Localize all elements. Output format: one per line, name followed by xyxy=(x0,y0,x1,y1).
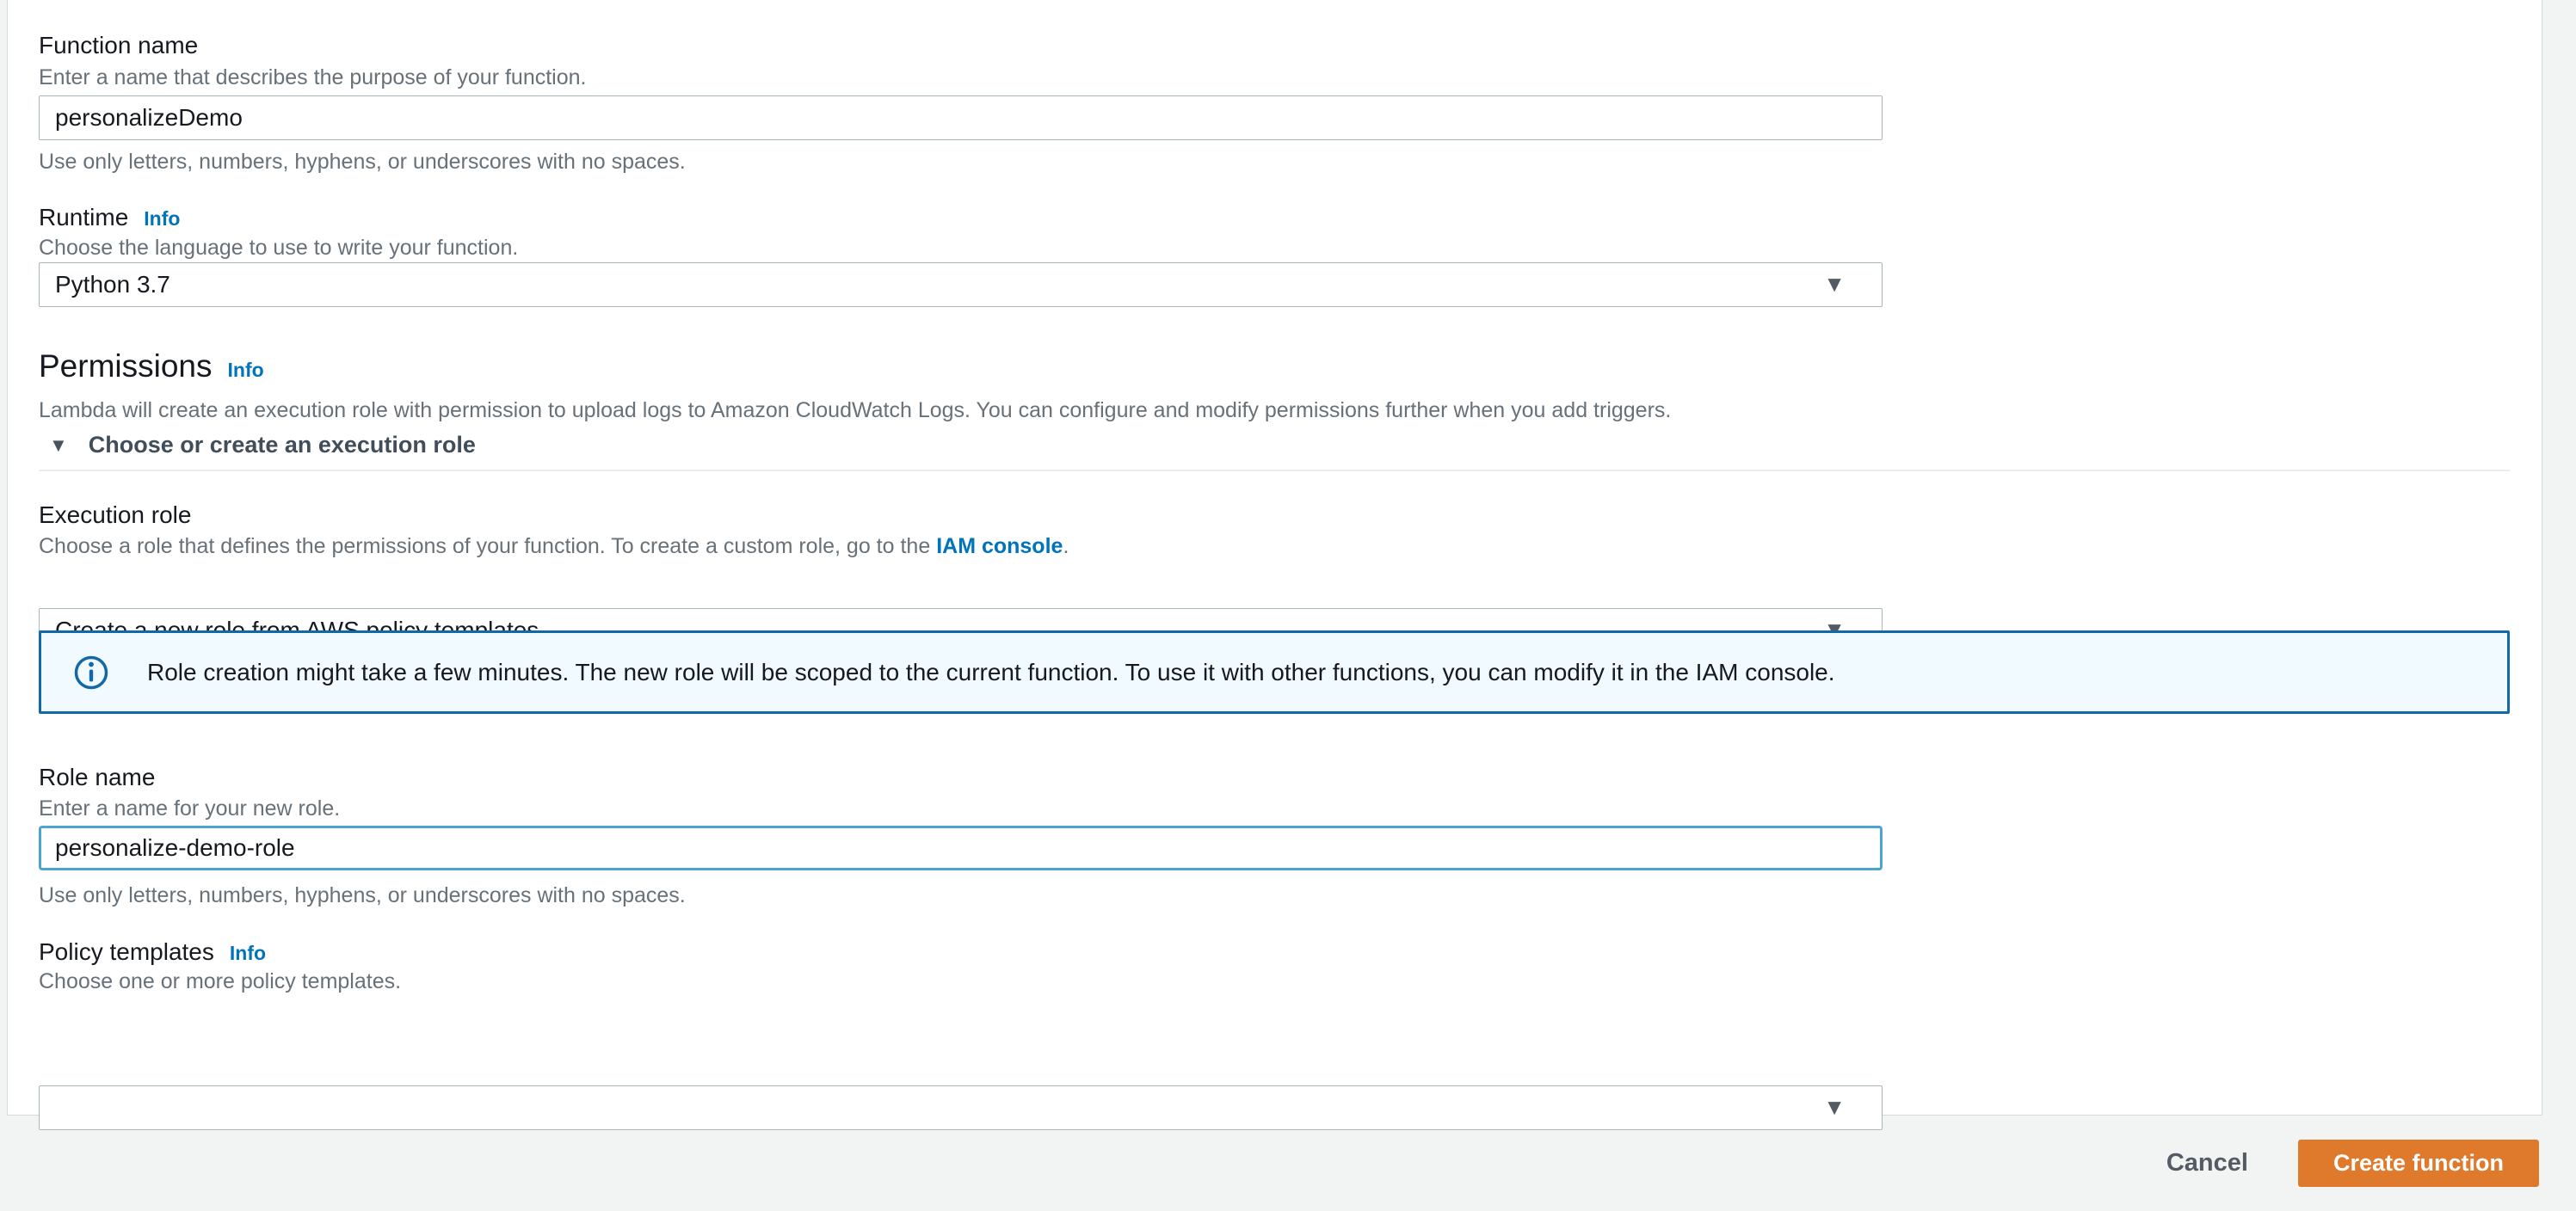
banner-text: Role creation might take a few minutes. … xyxy=(147,658,1835,685)
role-creation-info-banner: Role creation might take a few minutes. … xyxy=(39,630,2510,714)
expander-arrow-icon: ▼ xyxy=(49,433,68,456)
iam-console-link[interactable]: IAM console xyxy=(936,534,1063,558)
execution-role-label: Execution role xyxy=(39,501,192,528)
execution-role-description-prefix: Choose a role that defines the permissio… xyxy=(39,534,937,558)
runtime-select-value: Python 3.7 xyxy=(55,271,170,298)
cancel-button[interactable]: Cancel xyxy=(2166,1149,2248,1177)
policy-templates-info-link[interactable]: Info xyxy=(230,942,266,965)
dropdown-arrow-icon: ▼ xyxy=(1823,270,1846,297)
section-divider xyxy=(39,470,2510,471)
runtime-info-link[interactable]: Info xyxy=(144,207,180,231)
function-name-label: Function name xyxy=(39,32,199,58)
permissions-description: Lambda will create an execution role wit… xyxy=(39,398,1672,422)
role-name-input[interactable] xyxy=(39,826,1883,870)
execution-role-description: Choose a role that defines the permissio… xyxy=(39,533,1069,560)
runtime-label: Runtime xyxy=(39,204,129,231)
info-icon xyxy=(74,655,108,689)
function-name-input[interactable] xyxy=(39,95,1883,140)
runtime-description: Choose the language to use to write your… xyxy=(39,236,519,260)
policy-templates-description: Choose one or more policy templates. xyxy=(39,969,402,993)
permissions-info-link[interactable]: Info xyxy=(228,359,264,382)
create-function-button[interactable]: Create function xyxy=(2297,1140,2539,1187)
role-name-hint: Use only letters, numbers, hyphens, or u… xyxy=(39,883,686,907)
policy-templates-label: Policy templates xyxy=(39,938,214,965)
execution-role-expander[interactable]: ▼ Choose or create an execution role xyxy=(39,432,476,458)
runtime-label-row: Runtime Info xyxy=(39,203,180,232)
permissions-heading-row: Permissions Info xyxy=(39,347,264,385)
function-name-description: Enter a name that describes the purpose … xyxy=(39,65,587,89)
runtime-select[interactable]: Python 3.7 ▼ xyxy=(39,262,1883,307)
execution-role-description-suffix: . xyxy=(1063,534,1069,558)
basic-information-panel: Function name Enter a name that describe… xyxy=(7,0,2542,1130)
footer-action-bar: Cancel Create function xyxy=(0,1116,2576,1211)
expander-label: Choose or create an execution role xyxy=(88,432,476,458)
role-name-label: Role name xyxy=(39,764,156,790)
policy-templates-label-row: Policy templates Info xyxy=(39,937,266,967)
role-name-description: Enter a name for your new role. xyxy=(39,796,341,821)
function-name-hint: Use only letters, numbers, hyphens, or u… xyxy=(39,150,686,174)
permissions-heading: Permissions xyxy=(39,348,213,384)
